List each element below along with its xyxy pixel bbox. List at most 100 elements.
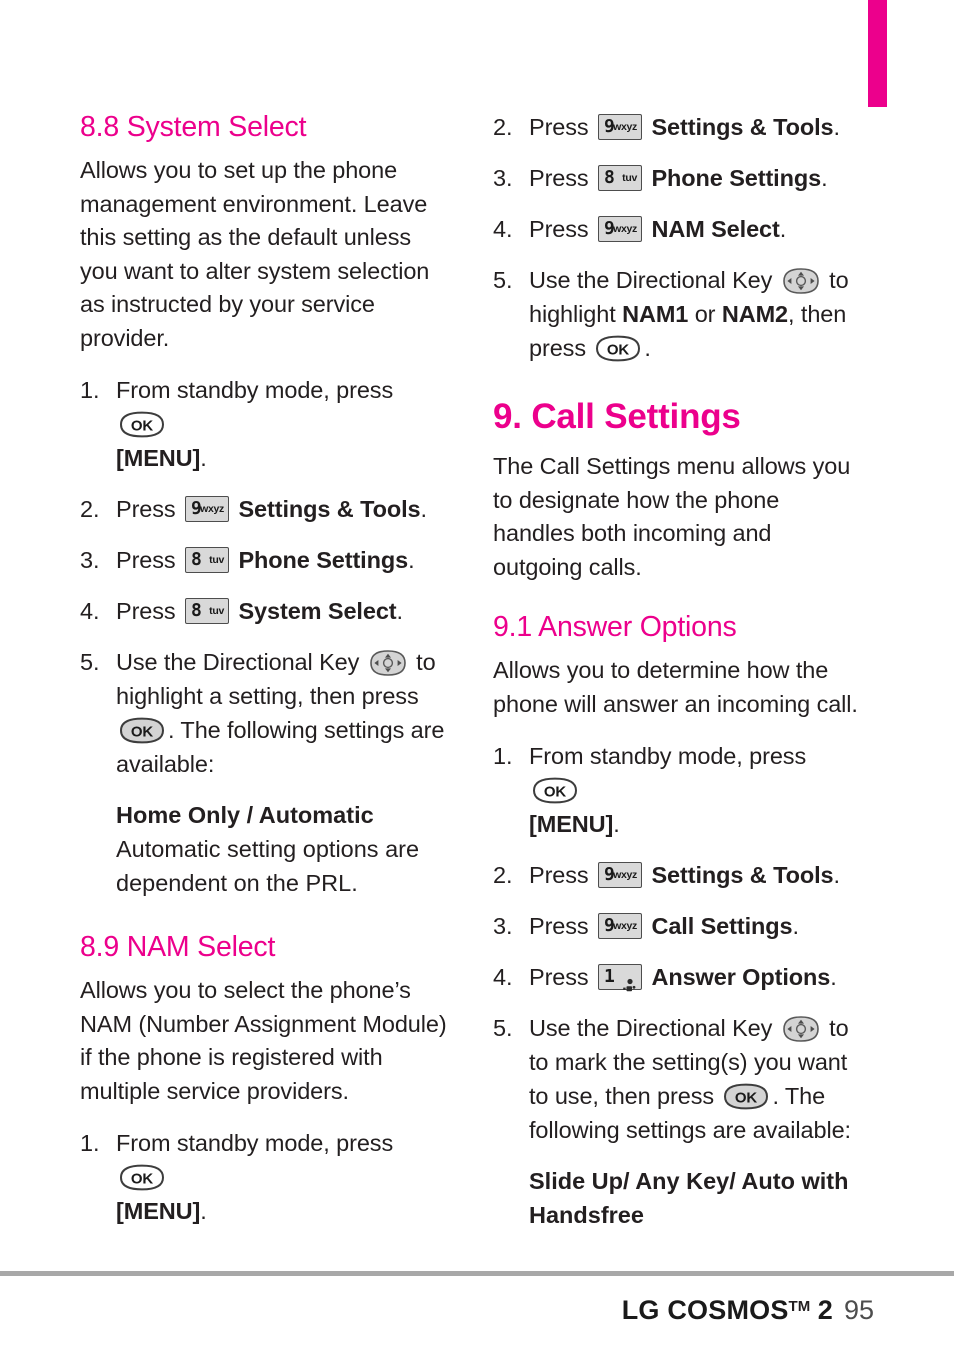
paragraph-9-intro: The Call Settings menu allows you to des… — [493, 453, 851, 580]
heading-8-9-nam-select: 8.9 NAM Select — [80, 931, 276, 963]
step-item: 2. Press 9 wxyz Settings & Tools. — [493, 858, 861, 892]
step-item: 1. From standby mode, press OK [MENU]. — [80, 1126, 448, 1228]
ok-key-icon: OK — [119, 411, 165, 438]
left-column: 8.8 System Select Allows you to set up t… — [80, 110, 448, 1245]
step-tail: . — [396, 598, 404, 624]
steps-9-1: 1. From standby mode, press OK [MENU]. 2… — [493, 739, 861, 1147]
step-item: 5. Use the Directional Key to highlight — [493, 263, 861, 365]
step-number: 4. — [80, 598, 100, 624]
step-number: 4. — [493, 964, 513, 990]
step-bold-label: [MENU] — [529, 811, 614, 837]
step-text: From standby mode, press — [116, 377, 394, 403]
step-item: 5. Use the Directional Key to to mark th… — [493, 1011, 861, 1147]
step-bold-label: Phone Settings — [238, 547, 409, 573]
paragraph-8-8-intro: Allows you to set up the phone managemen… — [80, 157, 430, 351]
step-item: 3. Press 9 wxyz Call Settings. — [493, 909, 861, 943]
steps-8-8: 1. From standby mode, press OK [MENU]. 2… — [80, 373, 448, 781]
step-tail: . The following settings are available: — [116, 717, 445, 777]
step-tail: . — [644, 335, 651, 361]
step-tail: . — [613, 811, 620, 837]
page-content: 8.8 System Select Allows you to set up t… — [0, 110, 954, 1250]
step-text: Press — [529, 964, 589, 990]
footer-divider — [0, 1271, 954, 1276]
ok-key-icon: OK — [595, 335, 641, 362]
key-letters: wxyz — [613, 868, 638, 881]
ok-key-icon: OK — [723, 1083, 769, 1110]
page-number: 95 — [843, 1295, 874, 1325]
key-digit: 1 — [604, 966, 615, 987]
step-tail: . — [408, 547, 415, 573]
key-letters: wxyz — [613, 120, 638, 133]
key-9-wxyz-icon: 9 wxyz — [598, 216, 643, 242]
key-digit: 8 — [604, 167, 615, 188]
step-tail: . — [833, 114, 841, 140]
step-text: Press — [529, 913, 589, 939]
page-footer: LG COSMOSTM 2 95 — [622, 1290, 874, 1327]
step-tail: . — [200, 445, 207, 471]
key-letters: tuv — [209, 553, 225, 566]
step-number: 2. — [493, 862, 513, 888]
key-letters: wxyz — [613, 919, 638, 932]
step-number: 3. — [493, 165, 513, 191]
paragraph-8-9-intro: Allows you to select the phone’s NAM (Nu… — [80, 977, 447, 1104]
heading-9-call-settings: 9. Call Settings — [493, 397, 741, 436]
step-bold-label: Settings & Tools — [238, 496, 421, 522]
step-bold-label: Phone Settings — [651, 165, 822, 191]
paragraph-9-1-intro: Allows you to determine how the phone wi… — [493, 657, 858, 717]
key-digit: 8 — [191, 600, 202, 621]
step-tail: . — [830, 964, 837, 990]
step-bold-nam1: NAM1 — [622, 301, 689, 327]
step-text: From standby mode, press — [116, 1130, 394, 1156]
step-bold-label: NAM Select — [651, 216, 780, 242]
right-column: 2. Press 9 wxyz Settings & Tools. 3. Pre… — [493, 110, 861, 1250]
svg-text:OK: OK — [607, 342, 630, 359]
two-column-layout: 8.8 System Select Allows you to set up t… — [0, 110, 954, 1250]
step-number: 4. — [493, 216, 513, 242]
ok-key-icon: OK — [119, 1164, 165, 1191]
steps-8-9: 1. From standby mode, press OK [MENU]. — [80, 1126, 448, 1228]
key-9-wxyz-icon: 9 wxyz — [598, 114, 643, 140]
key-letters: tuv — [622, 171, 638, 184]
step-number: 3. — [80, 547, 100, 573]
step-tail: . — [821, 165, 828, 191]
key-letters: wxyz — [613, 222, 638, 235]
step-item: 1. From standby mode, press OK [MENU]. — [80, 373, 448, 475]
step-item: 2. Press 9 wxyz Settings & Tools. — [493, 110, 861, 144]
step-number: 2. — [493, 114, 513, 140]
section-tab-marker — [868, 0, 887, 107]
step-text: Use the Directional Key — [116, 649, 360, 675]
heading-8-8-system-select: 8.8 System Select — [80, 111, 307, 143]
directional-key-icon — [782, 1015, 820, 1043]
directional-key-icon — [782, 267, 820, 295]
step-tail: . — [792, 913, 799, 939]
option-title: Home Only / Automatic — [116, 802, 374, 828]
step-number: 2. — [80, 496, 100, 522]
step-item: 4. Press 9 wxyz NAM Select. — [493, 212, 861, 246]
option-block-9-1: Slide Up/ Any Key/ Auto with Handsfree — [529, 1164, 861, 1232]
step-tail: . — [779, 216, 787, 242]
step-number: 1. — [493, 743, 513, 769]
step-text: Press — [529, 216, 589, 242]
key-9-wxyz-icon: 9 wxyz — [598, 862, 643, 888]
svg-text:OK: OK — [131, 418, 154, 435]
step-text: Use the Directional Key — [529, 267, 773, 293]
step-bold-label: System Select — [238, 598, 397, 624]
key-digit: 8 — [191, 549, 202, 570]
step-number: 5. — [80, 649, 100, 675]
step-text: Press — [529, 114, 589, 140]
step-text: Press — [116, 598, 176, 624]
step-bold-label: [MENU] — [116, 1198, 201, 1224]
option-description: Automatic setting options are dependent … — [116, 836, 420, 896]
step-item: 4. Press 8 tuv System Select. — [80, 594, 448, 628]
trademark-icon: TM — [788, 1298, 811, 1315]
step-number: 5. — [493, 267, 513, 293]
svg-text:OK: OK — [131, 724, 154, 741]
step-text: From standby mode, press — [529, 743, 807, 769]
footer-model: 2 — [817, 1295, 833, 1325]
step-bold-label: Call Settings — [651, 913, 793, 939]
step-bold-label: Settings & Tools — [651, 114, 834, 140]
heading-9-1-answer-options: 9.1 Answer Options — [493, 611, 737, 643]
step-text-mid-b: or — [694, 301, 716, 327]
svg-text:OK: OK — [131, 1171, 154, 1188]
key-8-tuv-icon: 8 tuv — [185, 598, 230, 624]
